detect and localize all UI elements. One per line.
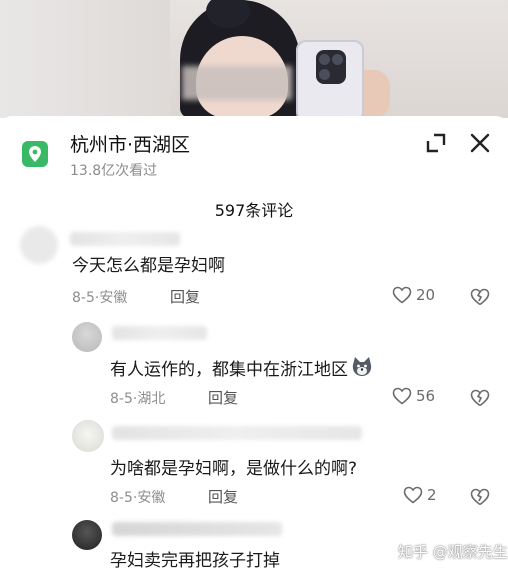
comment-text: 有人运作的，都集中在浙江地区	[110, 355, 374, 380]
avatar[interactable]	[72, 322, 102, 352]
location-title[interactable]: 杭州市·西湖区	[70, 130, 190, 157]
watermark: 知乎 @观察先生	[398, 543, 508, 561]
location-pin-icon	[22, 141, 48, 167]
comment-text: 孕妇卖完再把孩子打掉	[110, 551, 280, 571]
background-wall	[0, 0, 170, 118]
comment-meta: 8-5·安徽	[110, 490, 166, 506]
close-icon[interactable]	[468, 131, 492, 155]
heart-icon	[392, 387, 412, 405]
like-count: 20	[416, 286, 436, 304]
username-blurred	[70, 232, 180, 246]
comment-location: 安徽	[137, 490, 166, 506]
heart-icon	[392, 286, 412, 304]
like-count: 56	[416, 387, 436, 405]
video-thumbnail[interactable]	[0, 0, 508, 118]
like-button[interactable]: 2	[403, 486, 437, 504]
username-blurred	[112, 326, 207, 340]
avatar[interactable]	[20, 226, 58, 264]
heart-icon	[403, 486, 423, 504]
expand-icon[interactable]	[425, 132, 447, 154]
comment-text: 为啥都是孕妇啊，是做什么的啊?	[110, 459, 358, 479]
dislike-heart-icon[interactable]	[470, 288, 490, 306]
like-button[interactable]: 56	[392, 387, 435, 405]
like-button[interactable]: 20	[392, 286, 435, 304]
reply-button[interactable]: 回复	[208, 387, 238, 408]
username-blurred	[112, 522, 282, 536]
avatar[interactable]	[72, 420, 104, 452]
dislike-heart-icon[interactable]	[470, 389, 490, 407]
comment-date: 8-5	[110, 391, 133, 407]
avatar[interactable]	[72, 520, 102, 550]
comment-location: 湖北	[137, 391, 166, 407]
phone-camera	[316, 50, 346, 84]
comment-meta: 8-5·湖北	[110, 391, 166, 407]
reply-button[interactable]: 回复	[170, 286, 200, 307]
comment-count: 597条评论	[214, 201, 294, 220]
comment-date: 8-5	[72, 290, 95, 306]
face-blur-mask	[182, 66, 292, 100]
comment-text: 今天怎么都是孕妇啊	[72, 256, 225, 276]
dislike-heart-icon[interactable]	[470, 488, 490, 506]
reply-button[interactable]: 回复	[208, 486, 238, 507]
husky-emoji-icon	[352, 357, 372, 376]
comment-location: 安徽	[99, 290, 128, 306]
comment-date: 8-5	[110, 490, 133, 506]
username-blurred	[112, 426, 362, 440]
like-count: 2	[427, 486, 437, 504]
comment-meta: 8-5·安徽	[72, 290, 128, 306]
location-view-count: 13.8亿次看过	[70, 163, 158, 179]
